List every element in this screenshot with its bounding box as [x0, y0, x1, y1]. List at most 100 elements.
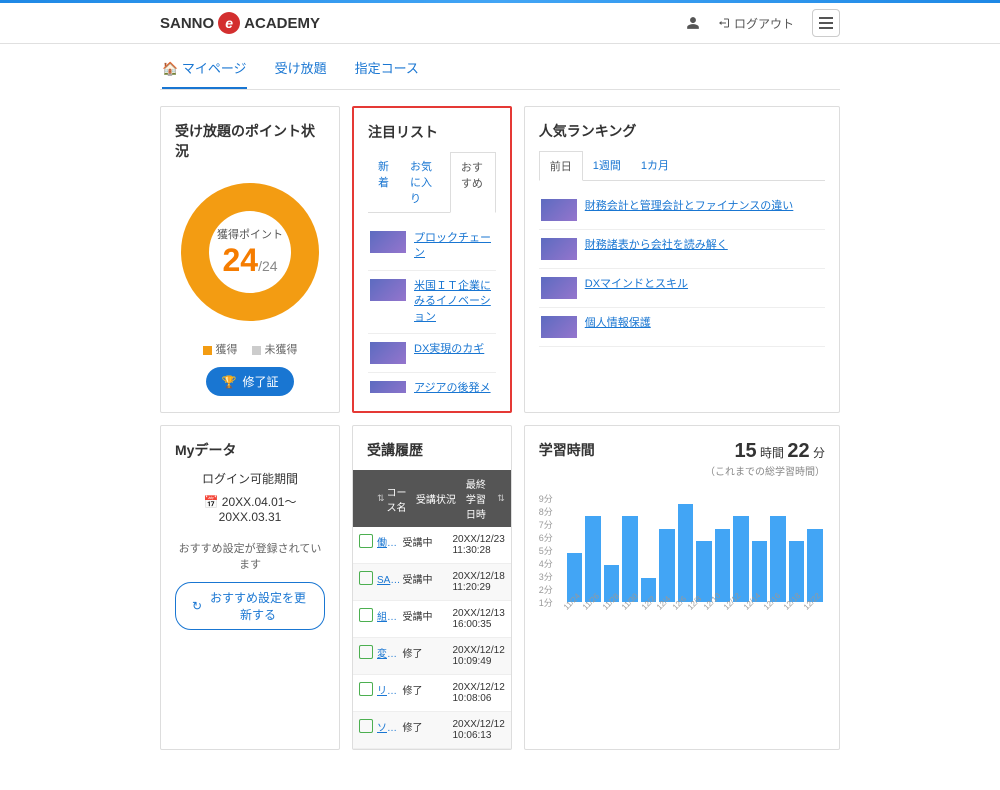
thumb-icon: [541, 277, 577, 299]
login-period-label: ログイン可能期間: [175, 470, 325, 487]
user-icon[interactable]: [686, 16, 700, 30]
points-value: 24: [222, 242, 258, 279]
calendar-icon: [359, 719, 373, 733]
featured-link[interactable]: DX実現のカギ: [414, 342, 484, 357]
date-cell: 20XX/12/12 10:08:06: [452, 682, 504, 704]
certificate-button[interactable]: 🏆 修了証: [206, 367, 295, 396]
table-row: 組織変革プ…受講中20XX/12/13 16:00:35: [353, 601, 511, 638]
chart-bar: [696, 541, 712, 602]
course-link[interactable]: 組織変革プ…: [377, 608, 402, 630]
ranking-card: 人気ランキング 前日 1週間 1カ月 財務会計と管理会計とファイナンスの違い 財…: [524, 106, 840, 413]
list-item: アジアの後発メーカーの成長プロセスとメリット: [368, 373, 496, 393]
points-donut: 獲得ポイント 24 /24: [175, 177, 325, 327]
list-item: 財務会計と管理会計とファイナンスの違い: [539, 191, 825, 230]
points-title: 受け放題のポイント状況: [175, 121, 325, 161]
mydata-card: Myデータ ログイン可能期間 📅 20XX.04.01～20XX.03.31 お…: [160, 425, 340, 750]
chart-bar: [585, 516, 601, 602]
list-item: 米国ＩＴ企業にみるイノベーション: [368, 271, 496, 334]
list-item: DX実現のカギ: [368, 334, 496, 373]
date-cell: 20XX/12/12 10:06:13: [452, 719, 504, 741]
table-row: SANNOフ…受講中20XX/12/18 11:20:29: [353, 564, 511, 601]
history-header: ⇅コース名 受講状況 最終学習日時 ⇅: [353, 470, 511, 527]
table-row: 働きやすい…受講中20XX/12/23 11:30:28: [353, 527, 511, 564]
thumb-icon: [370, 231, 406, 253]
logout-button[interactable]: ログアウト: [718, 15, 794, 32]
points-total: /24: [258, 258, 277, 274]
points-label: 獲得ポイント: [217, 226, 283, 242]
header: SANNO e ACADEMY ログアウト: [0, 3, 1000, 44]
calendar-icon: [359, 534, 373, 548]
status-cell: 修了: [402, 719, 452, 741]
nav-designated[interactable]: 指定コース: [355, 58, 419, 89]
featured-list[interactable]: プロックチェーン 米国ＩＴ企業にみるイノベーション DX実現のカギ アジアの後発…: [368, 223, 496, 393]
mydata-note: おすすめ設定が登録されています: [175, 540, 325, 572]
col-date[interactable]: 最終学習日時 ⇅: [466, 476, 505, 521]
ranking-link[interactable]: 個人情報保護: [585, 316, 651, 331]
thumb-icon: [370, 279, 406, 301]
list-item: DXマインドとスキル: [539, 269, 825, 308]
course-link[interactable]: ソニーのチ…: [377, 719, 402, 741]
table-row: リーダーと…修了20XX/12/12 10:08:06: [353, 675, 511, 712]
featured-link[interactable]: アジアの後発メーカーの成長プロセスとメリット: [414, 381, 494, 393]
study-time-value: 15 時間 22 分: [705, 440, 825, 463]
featured-link[interactable]: プロックチェーン: [414, 231, 494, 262]
tab-fav[interactable]: お気に入り: [400, 152, 450, 212]
nav-mypage[interactable]: 🏠 マイページ: [162, 58, 247, 89]
update-settings-button[interactable]: ↻ おすすめ設定を更新する: [175, 582, 325, 630]
ranking-link[interactable]: 財務諸表から会社を読み解く: [585, 238, 728, 253]
logo-e-icon: e: [218, 12, 240, 34]
status-cell: 受講中: [402, 571, 452, 593]
list-item: プロックチェーン: [368, 223, 496, 271]
course-link[interactable]: 働きやすい…: [377, 534, 402, 556]
history-card: 受講履歴 ⇅コース名 受講状況 最終学習日時 ⇅ 働きやすい…受講中20XX/1…: [352, 425, 512, 750]
date-cell: 20XX/12/18 11:20:29: [452, 571, 504, 593]
chart-bar: [733, 516, 749, 602]
featured-tabs: 新着 お気に入り おすすめ: [368, 152, 496, 213]
chart-bar: [678, 504, 694, 602]
ranking-list[interactable]: 財務会計と管理会計とファイナンスの違い 財務諸表から会社を読み解く DXマインド…: [539, 191, 825, 347]
points-card: 受け放題のポイント状況 獲得ポイント 24 /24 獲得 未獲得: [160, 106, 340, 413]
nav-unlimited[interactable]: 受け放題: [275, 58, 327, 89]
thumb-icon: [541, 316, 577, 338]
status-cell: 修了: [402, 645, 452, 667]
thumb-icon: [541, 199, 577, 221]
tab-recommend[interactable]: おすすめ: [450, 152, 496, 213]
status-cell: 修了: [402, 682, 452, 704]
calendar-icon: [359, 571, 373, 585]
mydata-title: Myデータ: [175, 440, 325, 460]
list-item: 個人情報保護: [539, 308, 825, 347]
thumb-icon: [370, 381, 406, 393]
course-link[interactable]: SANNOフ…: [377, 571, 402, 593]
course-link[interactable]: 変革型リー…: [377, 645, 402, 667]
legend-not: 未獲得: [252, 341, 298, 357]
status-cell: 受講中: [402, 608, 452, 630]
tab-new[interactable]: 新着: [368, 152, 400, 212]
ranking-link[interactable]: DXマインドとスキル: [585, 277, 688, 292]
logout-label: ログアウト: [734, 15, 794, 32]
ranking-title: 人気ランキング: [539, 121, 825, 141]
login-period: 📅 20XX.04.01～20XX.03.31: [175, 493, 325, 524]
chart-bar: [715, 529, 731, 602]
calendar-icon: [359, 682, 373, 696]
featured-link[interactable]: 米国ＩＴ企業にみるイノベーション: [414, 279, 494, 325]
hamburger-menu-icon[interactable]: [812, 9, 840, 37]
points-legend: 獲得 未獲得: [203, 341, 298, 357]
col-name[interactable]: ⇅コース名: [377, 476, 416, 521]
date-cell: 20XX/12/12 10:09:49: [452, 645, 504, 667]
ranking-link[interactable]: 財務会計と管理会計とファイナンスの違い: [585, 199, 794, 214]
tab-prevday[interactable]: 前日: [539, 151, 583, 181]
study-title: 学習時間: [539, 440, 595, 460]
ranking-tabs: 前日 1週間 1カ月: [539, 151, 825, 181]
thumb-icon: [370, 342, 406, 364]
col-status[interactable]: 受講状況: [416, 476, 466, 521]
featured-card: 注目リスト 新着 お気に入り おすすめ プロックチェーン 米国ＩＴ企業にみるイノ…: [352, 106, 512, 413]
date-cell: 20XX/12/23 11:30:28: [452, 534, 504, 556]
brand-post: ACADEMY: [244, 15, 320, 32]
chart-bar: [659, 529, 675, 602]
calendar-icon: [359, 608, 373, 622]
tab-week[interactable]: 1週間: [583, 151, 631, 180]
table-row: ソニーのチ…修了20XX/12/12 10:06:13: [353, 712, 511, 749]
history-table: ⇅コース名 受講状況 最終学習日時 ⇅ 働きやすい…受講中20XX/12/23 …: [353, 470, 511, 749]
tab-month[interactable]: 1カ月: [631, 151, 679, 180]
course-link[interactable]: リーダーと…: [377, 682, 402, 704]
